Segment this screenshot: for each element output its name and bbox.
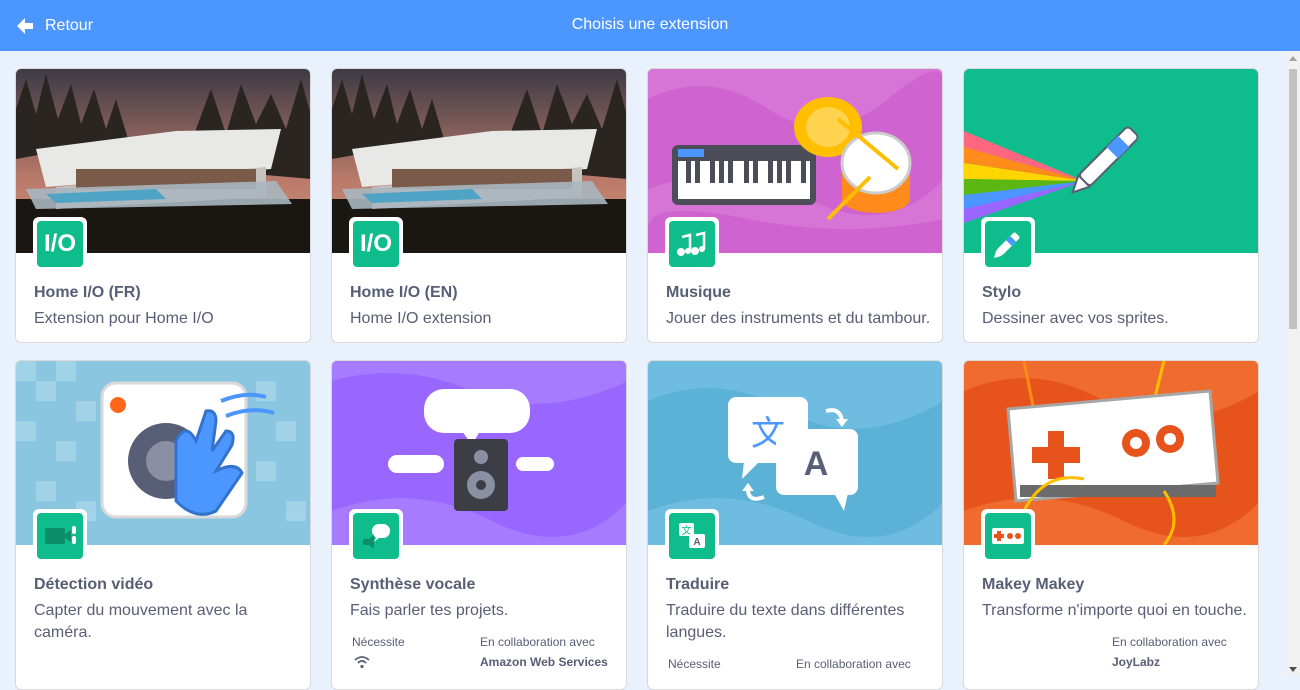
badge (33, 509, 87, 563)
svg-text:A: A (693, 537, 700, 548)
extension-name: Musique (666, 284, 731, 301)
extension-image (964, 361, 1258, 563)
extension-name: Traduire (666, 576, 730, 593)
svg-text:A: A (804, 445, 829, 483)
extension-image: 文 A 文 A (648, 361, 942, 563)
requires-label: Nécessite (352, 635, 405, 649)
badge (665, 217, 719, 271)
collab-label: En collaboration avec (480, 635, 595, 649)
video-camera-icon (45, 526, 76, 544)
extension-description: Capter du mouvement avec la caméra. (34, 602, 248, 641)
pen-icon (994, 232, 1020, 258)
extension-image (16, 361, 310, 563)
badge (981, 509, 1035, 563)
extension-card-musique[interactable]: Musique Jouer des instruments et du tamb… (647, 68, 943, 343)
extension-description: Home I/O extension (350, 310, 492, 327)
requires-label: Nécessite (668, 657, 721, 671)
extension-name: Stylo (982, 284, 1022, 301)
extension-name: Makey Makey (982, 576, 1085, 593)
scrollbar[interactable] (1286, 51, 1300, 675)
scrollbar-thumb[interactable] (1289, 69, 1297, 329)
extension-description: Fais parler tes projets. (350, 602, 509, 619)
extension-description: Jouer des instruments et du tambour. (666, 310, 931, 327)
extension-card-home-io-fr[interactable]: I/O Home I/O (FR) Extension pour Home I/… (15, 68, 311, 343)
extension-card-synthese-vocale[interactable]: Synthèse vocale Fais parler tes projets.… (331, 360, 627, 690)
extension-description: Dessiner avec vos sprites. (982, 310, 1169, 327)
badge: I/O (349, 217, 403, 271)
extension-image (332, 361, 626, 563)
extension-card-traduire[interactable]: 文 A 文 A Traduire Traduire du texte dans … (647, 360, 943, 690)
extension-image (964, 69, 1258, 271)
scroll-up-icon[interactable] (1289, 56, 1297, 61)
extension-name: Home I/O (EN) (350, 284, 458, 301)
extension-description: Traduire du texte dans différentes langu… (666, 602, 905, 641)
wifi-icon (354, 655, 370, 672)
top-bar: Retour Choisis une extension (0, 0, 1300, 51)
extension-image (648, 69, 942, 271)
collab-label: En collaboration avec (796, 657, 911, 671)
extension-card-makey-makey[interactable]: Makey Makey Transforme n'importe quoi en… (963, 360, 1259, 690)
io-icon: I/O (359, 230, 392, 257)
collab-label: En collaboration avec (1112, 635, 1227, 649)
extension-card-detection-video[interactable]: Détection vidéo Capter du mouvement avec… (15, 360, 311, 690)
badge (349, 509, 403, 563)
badge: 文 A (665, 509, 719, 563)
translate-icon: 文 A (679, 523, 705, 548)
badge: I/O (33, 217, 87, 271)
extension-description: Extension pour Home I/O (34, 310, 214, 327)
extension-name: Synthèse vocale (350, 576, 476, 593)
page-title: Choisis une extension (571, 16, 729, 33)
makey-makey-icon (992, 528, 1024, 544)
scroll-down-icon[interactable] (1289, 667, 1297, 672)
badge (981, 217, 1035, 271)
music-notes-icon (677, 231, 706, 256)
collab-partner: Amazon Web Services (480, 655, 608, 669)
extension-name: Home I/O (FR) (34, 284, 141, 301)
io-icon: I/O (43, 230, 76, 257)
extension-name: Détection vidéo (34, 576, 154, 593)
extension-card-home-io-en[interactable]: I/O Home I/O (EN) Home I/O extension (331, 68, 627, 343)
extension-image: I/O (332, 69, 626, 271)
collab-partner: JoyLabz (1112, 655, 1161, 669)
extension-image: I/O (16, 69, 310, 271)
extension-card-stylo[interactable]: Stylo Dessiner avec vos sprites. (963, 68, 1259, 343)
extension-description: Transforme n'importe quoi en touche. (982, 602, 1247, 619)
speech-icon (363, 524, 390, 549)
